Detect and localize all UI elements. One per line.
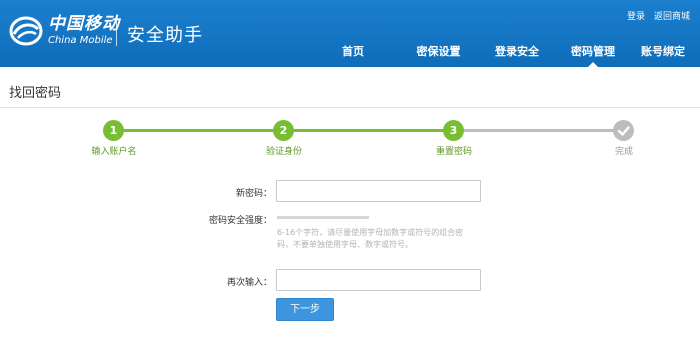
step-1-circle: 1 xyxy=(103,120,124,141)
china-mobile-logo[interactable]: 中国移动 China Mobile xyxy=(9,14,120,48)
password-hint: 6-16个字符，请尽量使用字母加数字或符号的组合密码，不要单独使用字母、数字或符… xyxy=(277,228,464,249)
password-strength-bar xyxy=(277,216,369,219)
nav-item-account-binding[interactable]: 账号绑定 xyxy=(635,41,691,67)
nav-item-login-security[interactable]: 登录安全 xyxy=(489,41,545,67)
step-3-label: 重置密码 xyxy=(435,147,472,157)
strength-label: 密码安全强度： xyxy=(208,216,272,226)
step-connector-2 xyxy=(284,129,454,132)
step-4-label: 完成 xyxy=(614,147,633,157)
nav-item-home[interactable]: 首页 xyxy=(328,41,378,67)
title-divider xyxy=(0,107,700,108)
header-bar: 中国移动 China Mobile 安全助手 登录 返回商城 首页 密保设置 登… xyxy=(0,0,700,67)
confirm-password-label: 再次输入： xyxy=(226,278,272,288)
nav-item-security-question[interactable]: 密保设置 xyxy=(392,41,485,67)
next-step-button[interactable]: 下一步 xyxy=(276,298,334,321)
step-1-label: 输入账户名 xyxy=(91,147,137,157)
logo-chinese-text: 中国移动 xyxy=(48,14,120,34)
top-links: 登录 返回商城 xyxy=(627,9,690,22)
logo-divider xyxy=(116,20,117,46)
china-mobile-logo-icon xyxy=(9,16,43,46)
step-connector-1 xyxy=(114,129,284,132)
logo-english-text: China Mobile xyxy=(48,35,113,46)
step-2-circle: 2 xyxy=(273,120,294,141)
app-title: 安全助手 xyxy=(127,25,203,46)
new-password-label: 新密码： xyxy=(235,189,272,199)
step-4-circle xyxy=(613,120,634,141)
main-nav: 首页 密保设置 登录安全 密码管理 账号绑定 xyxy=(328,41,691,67)
step-3-circle: 3 xyxy=(443,120,464,141)
confirm-password-input[interactable] xyxy=(276,269,481,291)
nav-item-password-management[interactable]: 密码管理 xyxy=(565,41,621,67)
back-to-mall-link[interactable]: 返回商城 xyxy=(654,9,690,22)
page-title: 找回密码 xyxy=(9,86,62,101)
check-icon xyxy=(617,126,630,136)
step-connector-3 xyxy=(454,129,624,132)
new-password-input[interactable] xyxy=(276,180,481,202)
logo-text: 中国移动 China Mobile xyxy=(48,16,120,46)
step-2-label: 验证身份 xyxy=(265,147,302,157)
login-link[interactable]: 登录 xyxy=(627,9,645,22)
